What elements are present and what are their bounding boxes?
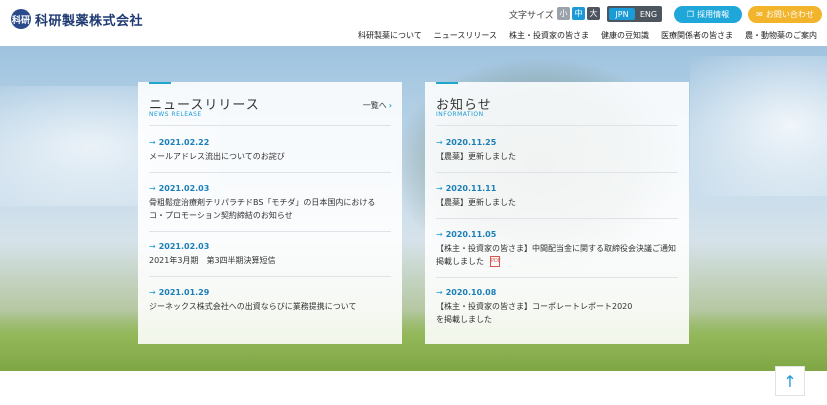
- document-icon: ❐: [686, 10, 695, 19]
- info-text: 【農薬】更新しました: [436, 198, 516, 207]
- divider: [436, 218, 678, 219]
- arrow-right-icon: →: [149, 184, 156, 193]
- arrow-right-icon: →: [436, 230, 443, 239]
- contact-label: お問い合わせ: [765, 10, 814, 19]
- news-item[interactable]: → 2021.02.03 骨粗鬆症治療剤テリパラチドBS「モチダ」の日本国内におけ…: [149, 184, 391, 222]
- info-date: 2020.11.05: [445, 230, 497, 239]
- font-size-medium-button[interactable]: 中: [572, 7, 585, 20]
- company-logo[interactable]: 科研 科研製薬株式会社: [11, 9, 143, 29]
- nav-item-agri[interactable]: 農・動物薬のご案内: [745, 30, 817, 41]
- font-size-large-button[interactable]: 大: [587, 7, 600, 20]
- news-date: 2021.02.22: [158, 138, 210, 147]
- font-size-small-button[interactable]: 小: [557, 7, 570, 20]
- more-label: 一覧へ: [362, 101, 387, 110]
- news-text: 2021年3月期 第3四半期決算短信: [149, 256, 276, 265]
- lang-jpn-button[interactable]: JPN: [609, 8, 635, 20]
- nav-item-health[interactable]: 健康の豆知識: [601, 30, 649, 41]
- news-item[interactable]: → 2021.01.29 ジーネックス株式会社への出資ならびに業務提携について: [149, 288, 391, 313]
- cloud: [690, 56, 827, 196]
- arrow-right-icon: →: [436, 288, 443, 297]
- information-panel: お知らせ INFORMATION → 2020.11.25 【農薬】更新しました …: [425, 82, 689, 344]
- news-date: 2021.02.03: [158, 184, 210, 193]
- arrow-right-icon: →: [436, 184, 443, 193]
- contact-button[interactable]: ✉ お問い合わせ: [748, 6, 822, 23]
- font-size-label: 文字サイズ: [509, 11, 554, 21]
- back-to-top-button[interactable]: ↑: [775, 366, 805, 396]
- pdf-icon: PDF: [490, 256, 501, 267]
- panel-accent: [149, 82, 171, 84]
- info-date: 2020.11.11: [445, 184, 497, 193]
- news-subtitle: NEWS RELEASE: [149, 111, 202, 118]
- main-nav: 科研製薬について ニュースリリース 株主・投資家の皆さま 健康の豆知識 医療関係…: [358, 30, 817, 41]
- divider: [149, 125, 391, 126]
- nav-item-about[interactable]: 科研製薬について: [358, 30, 422, 41]
- nav-item-investors[interactable]: 株主・投資家の皆さま: [509, 30, 589, 41]
- grass-image: [0, 311, 827, 371]
- chevron-right-icon: ›: [388, 101, 392, 110]
- nav-item-medical[interactable]: 医療関係者の皆さま: [661, 30, 733, 41]
- info-subtitle: INFORMATION: [436, 111, 484, 118]
- news-release-panel: ニュースリリース NEWS RELEASE 一覧へ › → 2021.02.22 メ…: [138, 82, 402, 344]
- nav-item-news[interactable]: ニュースリリース: [434, 30, 497, 41]
- news-text: 骨粗鬆症治療剤テリパラチドBS「モチダ」の日本国内における コ・プロモーション契約…: [149, 198, 376, 220]
- divider: [436, 125, 678, 126]
- recruit-button[interactable]: ❐ 採用情報: [674, 6, 742, 23]
- site-header: 科研 科研製薬株式会社 文字サイズ 小 中 大 JPN ENG ❐ 採用情報 ✉…: [0, 0, 827, 46]
- arrow-right-icon: →: [436, 138, 443, 147]
- footer-strip: [0, 371, 827, 405]
- language-switch: JPN ENG: [607, 6, 662, 22]
- arrow-right-icon: →: [149, 242, 156, 251]
- info-date: 2020.10.08: [445, 288, 497, 297]
- info-text: 【株主・投資家の皆さま】コーポレートレポート2020 を掲載しました: [436, 302, 633, 324]
- info-text: 【株主・投資家の皆さま】中間配当金に関する取締役会決議ご通知 掲載しました PDF: [436, 244, 676, 267]
- news-more-link[interactable]: 一覧へ ›: [363, 100, 392, 111]
- divider: [149, 276, 391, 277]
- recruit-label: 採用情報: [697, 10, 730, 19]
- divider: [149, 231, 391, 232]
- company-name: 科研製薬株式会社: [35, 13, 144, 29]
- info-item[interactable]: → 2020.11.25 【農薬】更新しました: [436, 138, 678, 163]
- divider: [436, 277, 678, 278]
- info-text: 【農薬】更新しました: [436, 152, 516, 161]
- news-text: メールアドレス流出についてのお詫び: [149, 152, 285, 161]
- lang-eng-button[interactable]: ENG: [637, 8, 660, 20]
- news-item[interactable]: → 2021.02.03 2021年3月期 第3四半期決算短信: [149, 242, 391, 267]
- hero-background: [0, 46, 827, 371]
- arrow-up-icon: ↑: [783, 371, 797, 391]
- divider: [149, 172, 391, 173]
- divider: [436, 172, 678, 173]
- info-item[interactable]: → 2020.11.11 【農薬】更新しました: [436, 184, 678, 209]
- info-item[interactable]: → 2020.10.08 【株主・投資家の皆さま】コーポレートレポート2020 を掲…: [436, 288, 678, 326]
- info-item[interactable]: → 2020.11.05 【株主・投資家の皆さま】中間配当金に関する取締役会決議ご…: [436, 230, 678, 268]
- arrow-right-icon: →: [149, 138, 156, 147]
- news-date: 2021.02.03: [158, 242, 210, 251]
- arrow-right-icon: →: [149, 288, 156, 297]
- logo-mark: 科研: [11, 9, 31, 29]
- panel-accent: [436, 82, 458, 84]
- news-text: ジーネックス株式会社への出資ならびに業務提携について: [149, 302, 357, 311]
- news-item[interactable]: → 2021.02.22 メールアドレス流出についてのお詫び: [149, 138, 391, 163]
- news-date: 2021.01.29: [158, 288, 210, 297]
- info-date: 2020.11.25: [445, 138, 497, 147]
- mail-icon: ✉: [756, 10, 763, 19]
